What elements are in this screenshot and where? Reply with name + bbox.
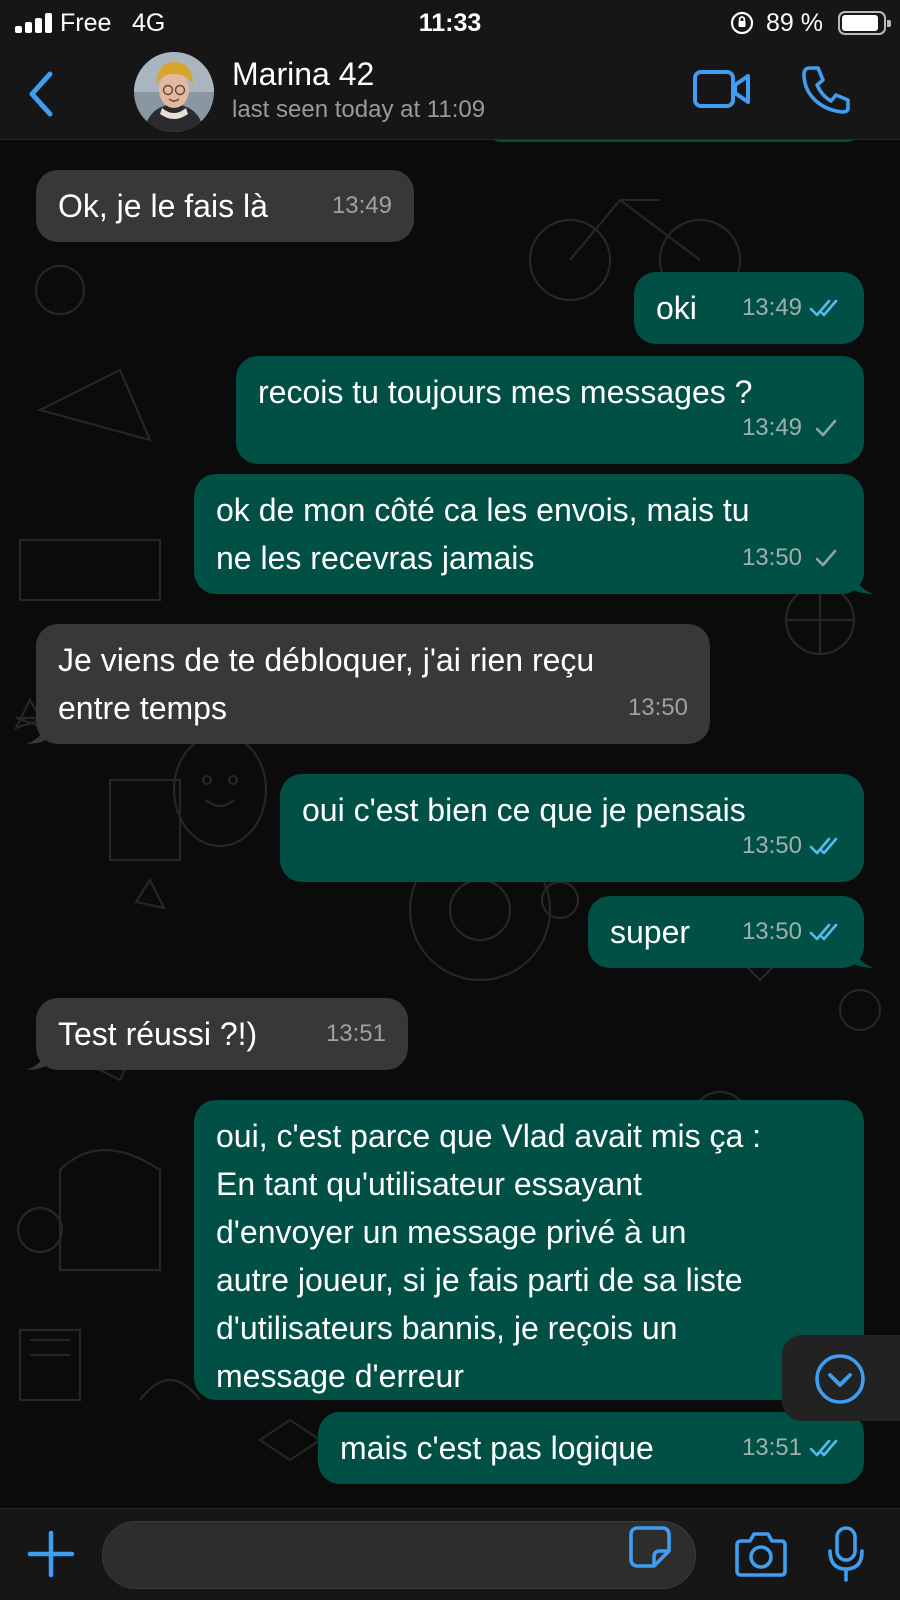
contact-name[interactable]: Marina 42 [232, 56, 374, 93]
outgoing-message[interactable]: oki 13:49 [634, 272, 864, 344]
message-composer [0, 1508, 900, 1600]
bubble-tail [854, 946, 874, 968]
bubble-tail [26, 1048, 46, 1070]
message-meta: 13:51 [742, 1424, 842, 1472]
message-time: 13:49 [331, 192, 392, 219]
camera-icon[interactable] [734, 1529, 788, 1579]
bubble-tail [26, 722, 46, 744]
message-input[interactable] [102, 1521, 696, 1589]
plus-icon[interactable] [26, 1529, 76, 1579]
carrier-label: Free [60, 9, 112, 37]
message-text: oui, c'est parce que Vlad avait mis ça :… [216, 1118, 762, 1394]
message-meta: 13:49 [332, 182, 392, 230]
battery-percent: 89 % [766, 9, 823, 37]
outgoing-message[interactable]: super 13:50 [588, 896, 874, 968]
message-meta: 13:50 [742, 908, 842, 956]
double-check-icon [809, 923, 838, 941]
single-check-icon [815, 419, 837, 437]
message-time: 13:50 [741, 918, 802, 945]
avatar[interactable] [134, 52, 214, 132]
video-icon[interactable] [692, 66, 752, 112]
rotation-lock-icon [730, 11, 754, 35]
message-meta: 13:50 [628, 684, 688, 732]
double-check-icon [809, 837, 838, 855]
status-bar: Free 4G 11:33 89 % [0, 0, 900, 48]
incoming-message[interactable]: Ok, je le fais là 13:49 [36, 170, 414, 242]
message-text: Je viens de te débloquer, j'ai rien reçu… [58, 642, 595, 726]
outgoing-message[interactable]: recois tu toujours mes messages ? 13:49 [236, 356, 864, 464]
chevron-down-icon [815, 1354, 865, 1404]
message-meta: 13:49 [742, 284, 842, 332]
network-type: 4G [132, 9, 166, 37]
outgoing-message[interactable]: oui c'est bien ce que je pensais 13:50 [280, 774, 864, 882]
incoming-message[interactable]: Je viens de te débloquer, j'ai rien reçu… [26, 624, 710, 744]
chat-area[interactable]: Ok, je le fais là 13:49 oki 13:49 recois tu … [0, 140, 900, 1508]
incoming-message[interactable]: Test réussi ?!) 13:51 [26, 998, 408, 1070]
message-meta: 13:49 [742, 404, 842, 452]
sticker-icon[interactable] [628, 1525, 672, 1569]
message-time: 13:50 [627, 694, 688, 721]
message-time: 13:50 [741, 544, 802, 571]
bubble-tail [854, 572, 874, 594]
double-check-icon [809, 299, 838, 317]
clock: 11:33 [418, 9, 482, 37]
scroll-to-bottom-button[interactable] [782, 1335, 900, 1421]
back-chevron-icon[interactable] [20, 66, 70, 122]
message-meta: 13:51 [326, 1010, 386, 1058]
message-meta: 13:50 [742, 534, 842, 582]
outgoing-message[interactable]: mais c'est pas logique 13:51 [318, 1412, 864, 1484]
message-meta: 13:50 [742, 822, 842, 870]
message-time: 13:51 [741, 1434, 802, 1461]
message-time: 13:49 [741, 294, 802, 321]
last-seen-status: last seen today at 11:09 [232, 96, 486, 123]
double-check-icon [809, 1439, 838, 1457]
single-check-icon [815, 549, 837, 567]
microphone-icon[interactable] [826, 1525, 866, 1583]
signal-icon [15, 13, 53, 33]
previous-message-partial [484, 140, 864, 142]
message-time: 13:49 [741, 414, 802, 441]
message-time: 13:50 [741, 832, 802, 859]
chat-header: Marina 42 last seen today at 11:09 [0, 48, 900, 140]
battery-icon [838, 11, 891, 35]
message-time: 13:51 [325, 1020, 386, 1047]
phone-icon[interactable] [800, 64, 852, 116]
outgoing-message[interactable]: ok de mon côté ca les envois, mais tu ne … [194, 474, 874, 594]
outgoing-message[interactable]: oui, c'est parce que Vlad avait mis ça :… [194, 1100, 864, 1400]
